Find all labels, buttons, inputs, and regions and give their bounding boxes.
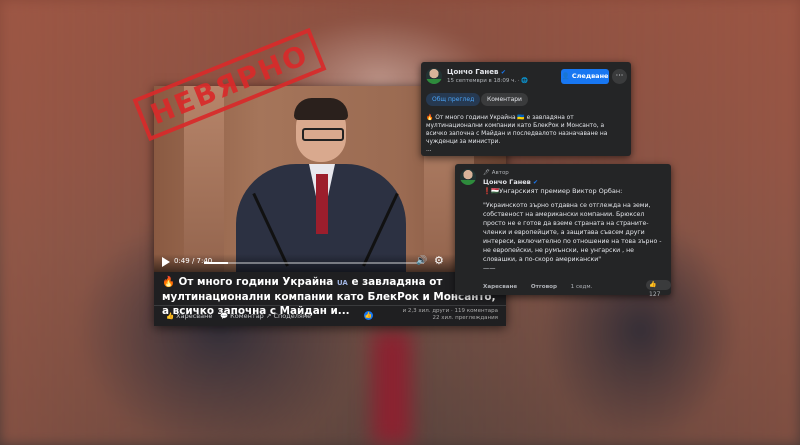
avatar[interactable] — [426, 68, 442, 84]
verified-icon: ✔ — [532, 179, 539, 186]
ukraine-flag: UA — [336, 279, 348, 287]
speaker-hair — [294, 98, 348, 120]
like-reaction-icon: 👍 — [649, 281, 657, 288]
author-tag: 🖊 Автор — [483, 170, 509, 176]
comment-reactions[interactable]: 👍 127 — [646, 280, 671, 298]
comment-quote: "Украинското зърно отдавна се отглежда н… — [483, 202, 662, 263]
separator-text: —— — [483, 265, 496, 272]
video-progress-bar[interactable] — [204, 262, 424, 264]
comment-author[interactable]: Цончо Ганев ✔ — [483, 178, 538, 186]
caption-text: 🔥 От много години Украйна — [162, 276, 337, 288]
background-tie-blur — [372, 330, 412, 445]
speaker-tie — [316, 174, 328, 234]
volume-icon[interactable]: 🔊 — [416, 256, 427, 266]
reaction-count: 127 — [649, 291, 661, 298]
avatar[interactable] — [460, 169, 476, 185]
play-icon[interactable] — [162, 257, 170, 267]
author-name: Цончо Ганев — [447, 68, 499, 76]
comment-actions: Харесване Отговор 1 седм. — [483, 284, 592, 290]
comment-button[interactable]: 💬 Коментар — [220, 312, 264, 320]
share-button[interactable]: ↗ Споделяне — [266, 312, 311, 320]
share-label: Споделяне — [273, 312, 312, 320]
video-actions-bar: 👍 Харесване 💬 Коментар ↗ Споделяне 👍 и 2… — [154, 305, 506, 327]
comment-age[interactable]: 1 седм. — [571, 284, 593, 290]
more-options-button[interactable]: ··· — [612, 69, 627, 84]
comment-like-button[interactable]: Харесване — [483, 284, 517, 290]
tab-comments[interactable]: Коментари — [481, 93, 528, 106]
video-progress-fill — [204, 262, 229, 264]
facebook-post-card: Цончо Ганев ✔ 15 септември в 18:09 ч. · … — [421, 62, 631, 156]
post-text: 🔥 От много години Украйна 🇺🇦 е завладяна… — [426, 114, 626, 154]
speaker-glasses — [302, 128, 344, 141]
like-button[interactable]: 👍 Харесване — [166, 312, 212, 320]
comment-text: "Украинското зърно отдавна се отглежда н… — [483, 201, 668, 273]
post-body: 🔥 От много години Украйна 🇺🇦 е завладяна… — [426, 115, 608, 145]
views-count: 22 хил. преглеждания — [432, 315, 498, 321]
like-label: Харесване — [176, 312, 213, 320]
verified-icon: ✔ — [500, 69, 506, 76]
gear-icon[interactable]: ⚙ — [434, 254, 444, 267]
like-reaction-icon: 👍 — [364, 311, 373, 320]
comment-headline: ❗🇭🇺Унгарският премиер Виктор Орбан: — [483, 187, 623, 195]
tab-overview[interactable]: Общ преглед — [426, 93, 481, 106]
comment-card: 🖊 Автор Цончо Ганев ✔ ❗🇭🇺Унгарският прем… — [455, 164, 671, 298]
follow-label: Следване — [571, 72, 609, 80]
post-timestamp[interactable]: 15 септември в 18:09 ч. · 🌐 — [447, 78, 528, 84]
comment-reply-button[interactable]: Отговор — [531, 284, 557, 290]
post-author[interactable]: Цончо Ганев ✔ — [447, 68, 506, 76]
follow-button[interactable]: 👤 Следване — [561, 69, 609, 84]
author-name: Цончо Ганев — [483, 178, 531, 186]
reactions-comments-count: и 2,3 хил. други · 119 коментара — [402, 308, 498, 314]
comment-label: Коментар — [230, 312, 264, 320]
engagement-counts[interactable]: и 2,3 хил. други · 119 коментара 22 хил.… — [403, 308, 498, 322]
see-more-link[interactable]: ... — [426, 147, 432, 153]
